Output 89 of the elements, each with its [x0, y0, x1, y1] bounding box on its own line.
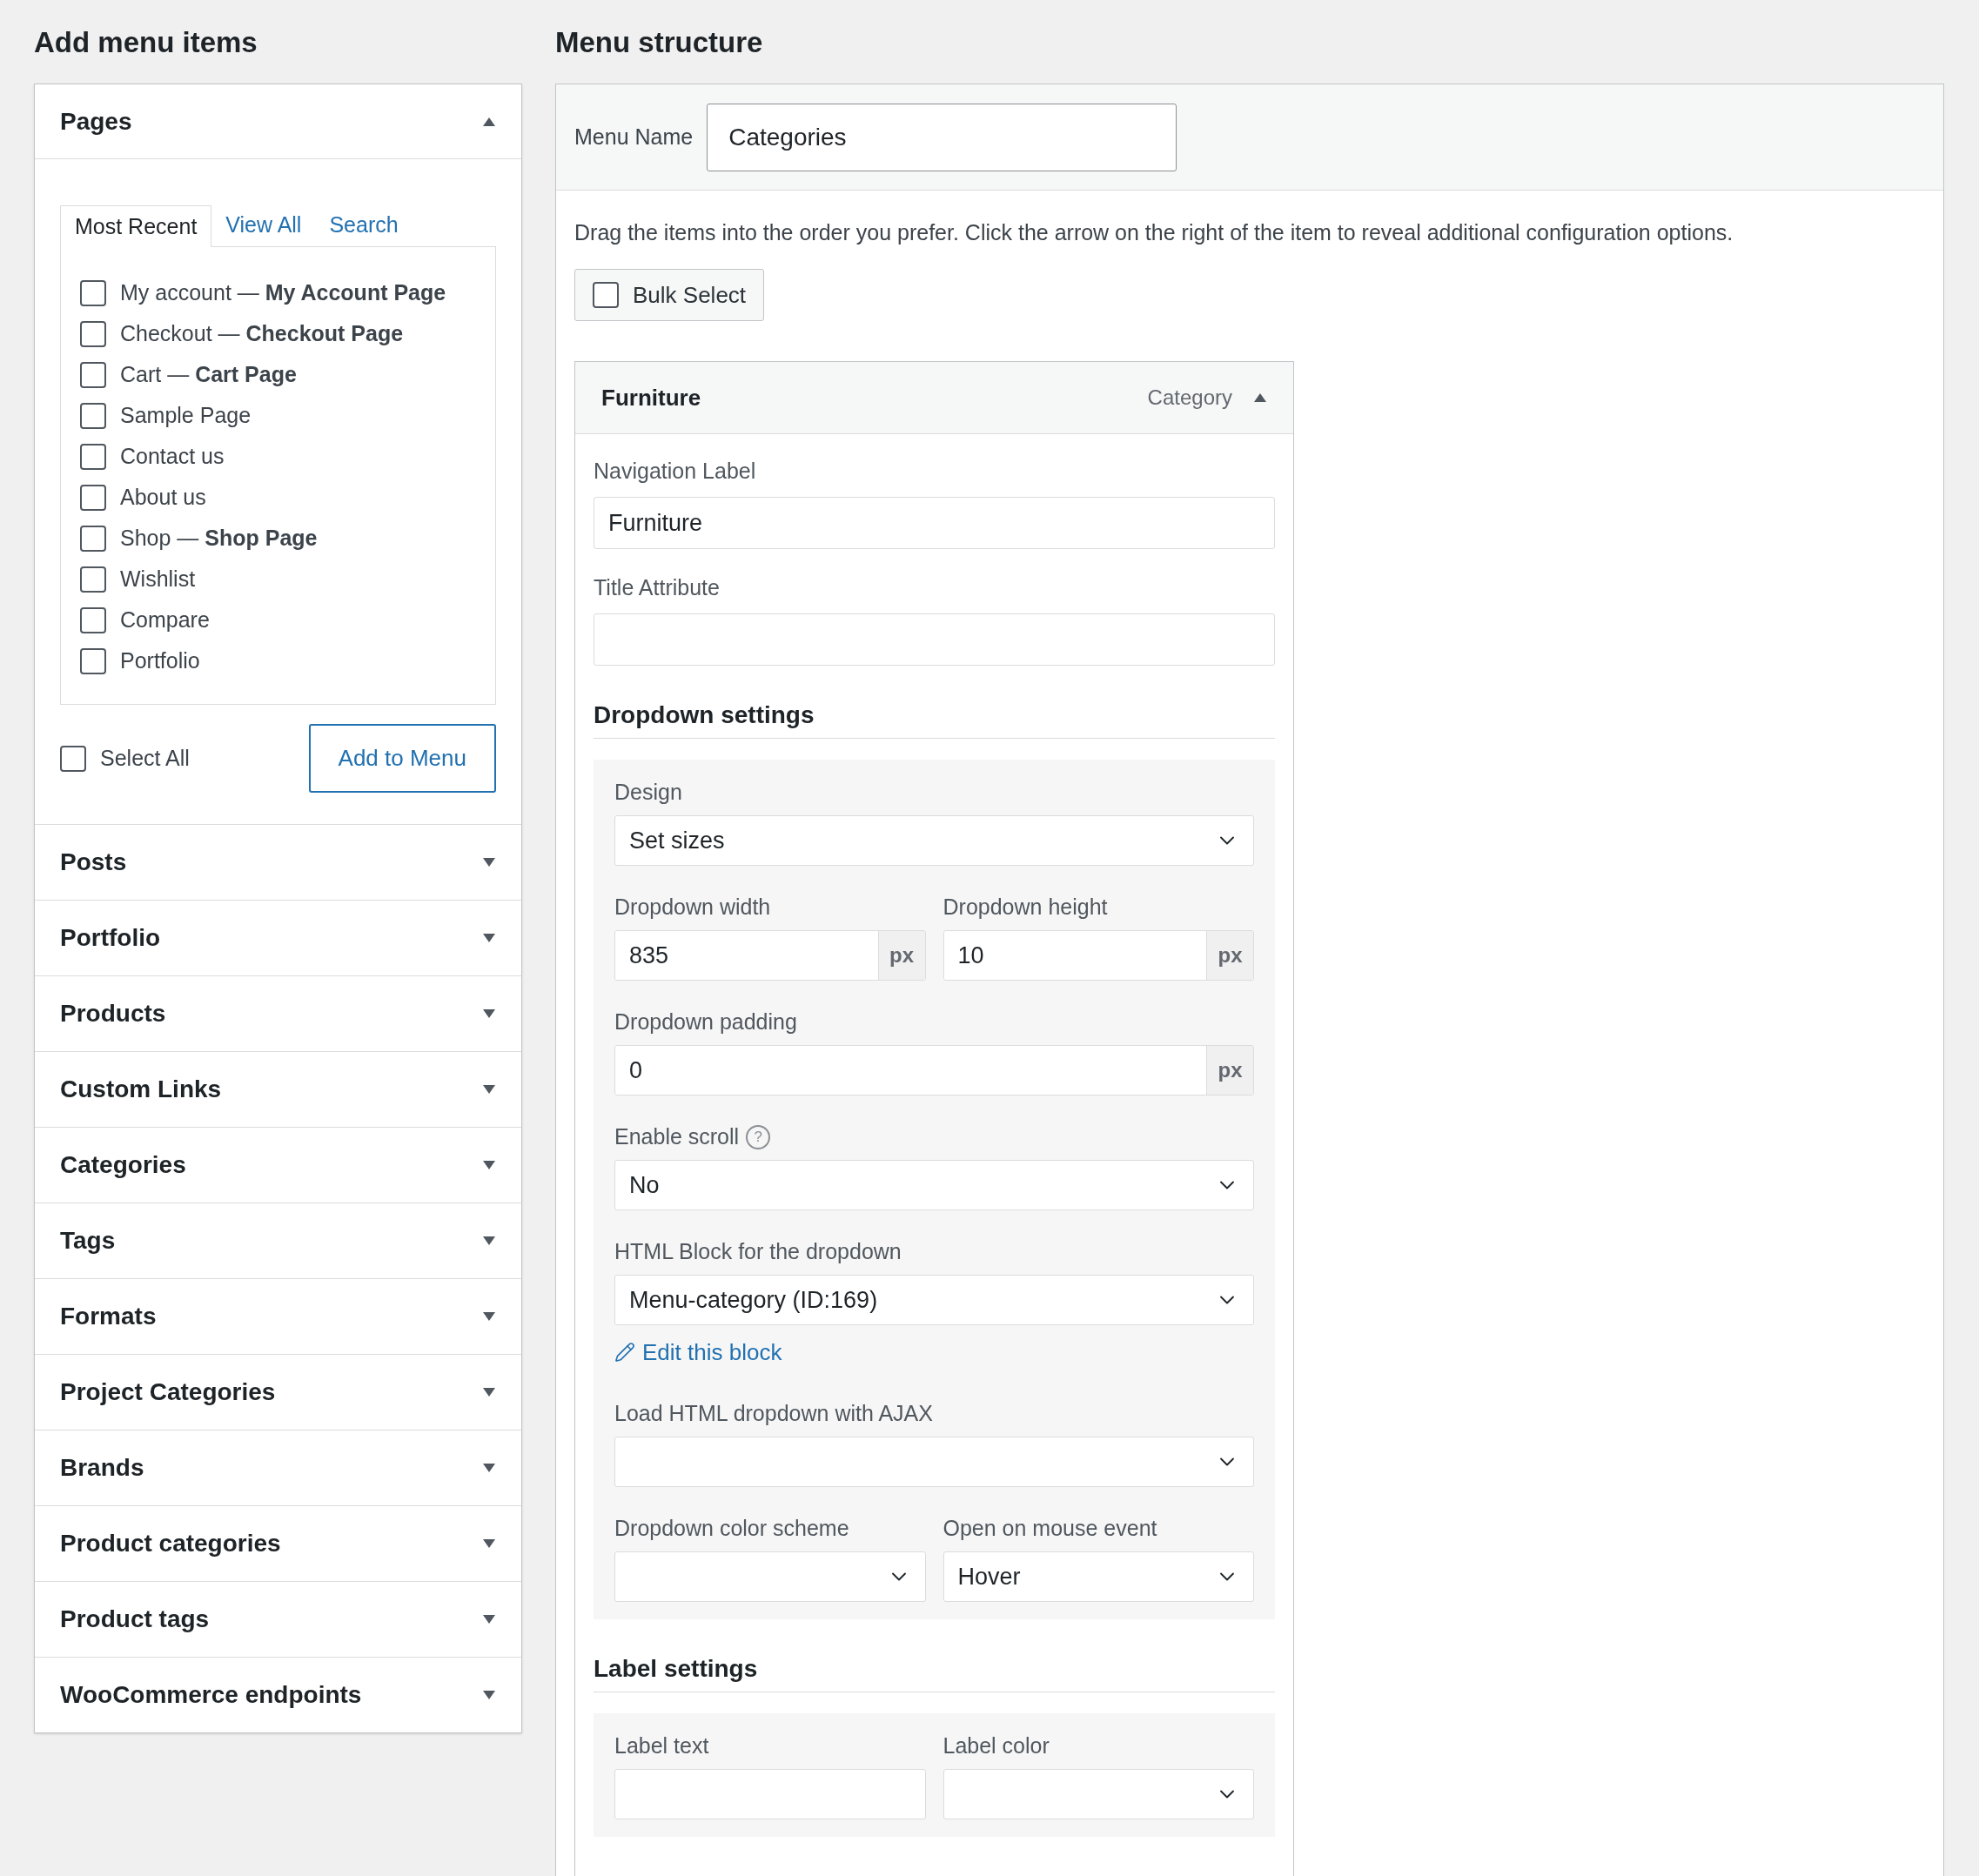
- checkbox[interactable]: [60, 745, 86, 772]
- menu-item-header[interactable]: Furniture Category: [575, 362, 1293, 434]
- field-label: Load HTML dropdown with AJAX: [614, 1400, 933, 1428]
- tab[interactable]: View All: [211, 204, 316, 246]
- field-label: Enable scroll: [614, 1123, 740, 1151]
- checkbox[interactable]: [80, 320, 106, 347]
- pencil-icon: [614, 1342, 635, 1363]
- accordion-header[interactable]: Categories: [35, 1128, 521, 1203]
- checkbox[interactable]: [80, 361, 106, 388]
- checkbox[interactable]: [80, 647, 106, 674]
- triangle-down-icon[interactable]: [482, 1084, 496, 1095]
- accordion-header[interactable]: WooCommerce endpoints: [35, 1658, 521, 1732]
- checkbox[interactable]: [80, 525, 106, 552]
- field-label: Dropdown width: [614, 894, 771, 921]
- field-label: Design: [614, 779, 682, 807]
- triangle-down-icon[interactable]: [482, 1690, 496, 1700]
- page-label: Shop — Shop Page: [120, 524, 318, 552]
- triangle-down-icon[interactable]: [482, 1538, 496, 1549]
- checkbox[interactable]: [80, 484, 106, 511]
- triangle-down-icon[interactable]: [482, 1160, 496, 1170]
- select-field[interactable]: No: [614, 1160, 1254, 1210]
- triangle-down-icon[interactable]: [482, 1236, 496, 1246]
- accordion-header[interactable]: Tags: [35, 1203, 521, 1278]
- triangle-down-icon[interactable]: [482, 857, 496, 868]
- menu-name-field[interactable]: Categories: [707, 103, 1177, 171]
- select-field[interactable]: Hover: [943, 1551, 1254, 1602]
- group-heading: Label settings: [594, 1651, 1275, 1692]
- triangle-down-icon[interactable]: [482, 1008, 496, 1019]
- accordion-header[interactable]: Project Categories: [35, 1355, 521, 1430]
- group-heading: Dropdown settings: [594, 697, 1275, 739]
- field-label: HTML Block for the dropdown: [614, 1238, 902, 1266]
- checkbox[interactable]: [80, 566, 106, 593]
- triangle-down-icon[interactable]: [482, 933, 496, 943]
- triangle-down-icon[interactable]: [482, 1614, 496, 1625]
- accordion-header[interactable]: Pages: [35, 84, 521, 159]
- select-field[interactable]: [614, 1437, 1254, 1487]
- page-label: Cart — Cart Page: [120, 360, 297, 388]
- triangle-down-icon[interactable]: [482, 1387, 496, 1397]
- tab[interactable]: Search: [315, 204, 413, 246]
- triangle-up-icon[interactable]: [482, 116, 496, 127]
- select-field[interactable]: Menu-category (ID:169): [614, 1275, 1254, 1325]
- bulk-select-button[interactable]: Bulk Select: [574, 269, 765, 321]
- edit-link[interactable]: Edit this block: [614, 1332, 1254, 1372]
- select-all-label: Select All: [100, 744, 190, 772]
- checkbox[interactable]: [593, 282, 619, 308]
- accordion-header[interactable]: Custom Links: [35, 1052, 521, 1127]
- accordion-header[interactable]: Posts: [35, 825, 521, 900]
- add-to-menu-button[interactable]: Add to Menu: [308, 724, 496, 793]
- page-label: Sample Page: [120, 401, 252, 429]
- select-field[interactable]: [614, 1551, 926, 1602]
- tab[interactable]: Most Recent: [60, 205, 212, 247]
- page-label: Checkout — Checkout Page: [120, 319, 404, 347]
- checkbox[interactable]: [80, 443, 106, 470]
- menu-name-label: Menu Name: [574, 123, 694, 151]
- page-label: About us: [120, 483, 206, 511]
- input-field[interactable]: [614, 1769, 926, 1819]
- select-field[interactable]: Set sizes: [614, 815, 1254, 866]
- field-label: Navigation Label: [594, 458, 757, 485]
- section-title: Add menu items: [34, 25, 258, 61]
- checkbox[interactable]: [80, 279, 106, 306]
- triangle-down-icon[interactable]: [482, 1463, 496, 1473]
- page-label: Wishlist: [120, 565, 196, 593]
- input-field[interactable]: [594, 613, 1275, 666]
- select-field[interactable]: [943, 1769, 1254, 1819]
- accordion-header[interactable]: Products: [35, 976, 521, 1051]
- page-label: Portfolio: [120, 647, 200, 674]
- checkbox[interactable]: [80, 402, 106, 429]
- instructions-text: Drag the items into the order you prefer. Click the arrow on the right of the item to reveal additional configuration options.: [574, 219, 1734, 246]
- accordion-header[interactable]: Product tags: [35, 1582, 521, 1657]
- field-label: Label text: [614, 1732, 709, 1760]
- input-field[interactable]: Furniture: [594, 497, 1275, 549]
- page-label: Contact us: [120, 442, 225, 470]
- section-title: Menu structure: [555, 25, 764, 61]
- item-type-label: Category: [1147, 385, 1232, 411]
- field-label: Title Attribute: [594, 574, 721, 601]
- accordion-header[interactable]: Formats: [35, 1279, 521, 1354]
- accordion-header[interactable]: Product categories: [35, 1506, 521, 1581]
- page-label: Compare: [120, 606, 210, 633]
- accordion-header[interactable]: Portfolio: [35, 901, 521, 975]
- field-label: Open on mouse event: [943, 1515, 1157, 1543]
- field-label: Dropdown height: [943, 894, 1108, 921]
- triangle-down-icon[interactable]: [482, 1311, 496, 1322]
- triangle-up-icon[interactable]: [1253, 392, 1267, 403]
- page-label: My account — My Account Page: [120, 278, 446, 306]
- checkbox[interactable]: [80, 606, 106, 633]
- field-label: Dropdown color scheme: [614, 1515, 849, 1543]
- accordion-header[interactable]: Brands: [35, 1430, 521, 1505]
- field-label: Dropdown padding: [614, 1008, 797, 1036]
- field-label: Label color: [943, 1732, 1050, 1760]
